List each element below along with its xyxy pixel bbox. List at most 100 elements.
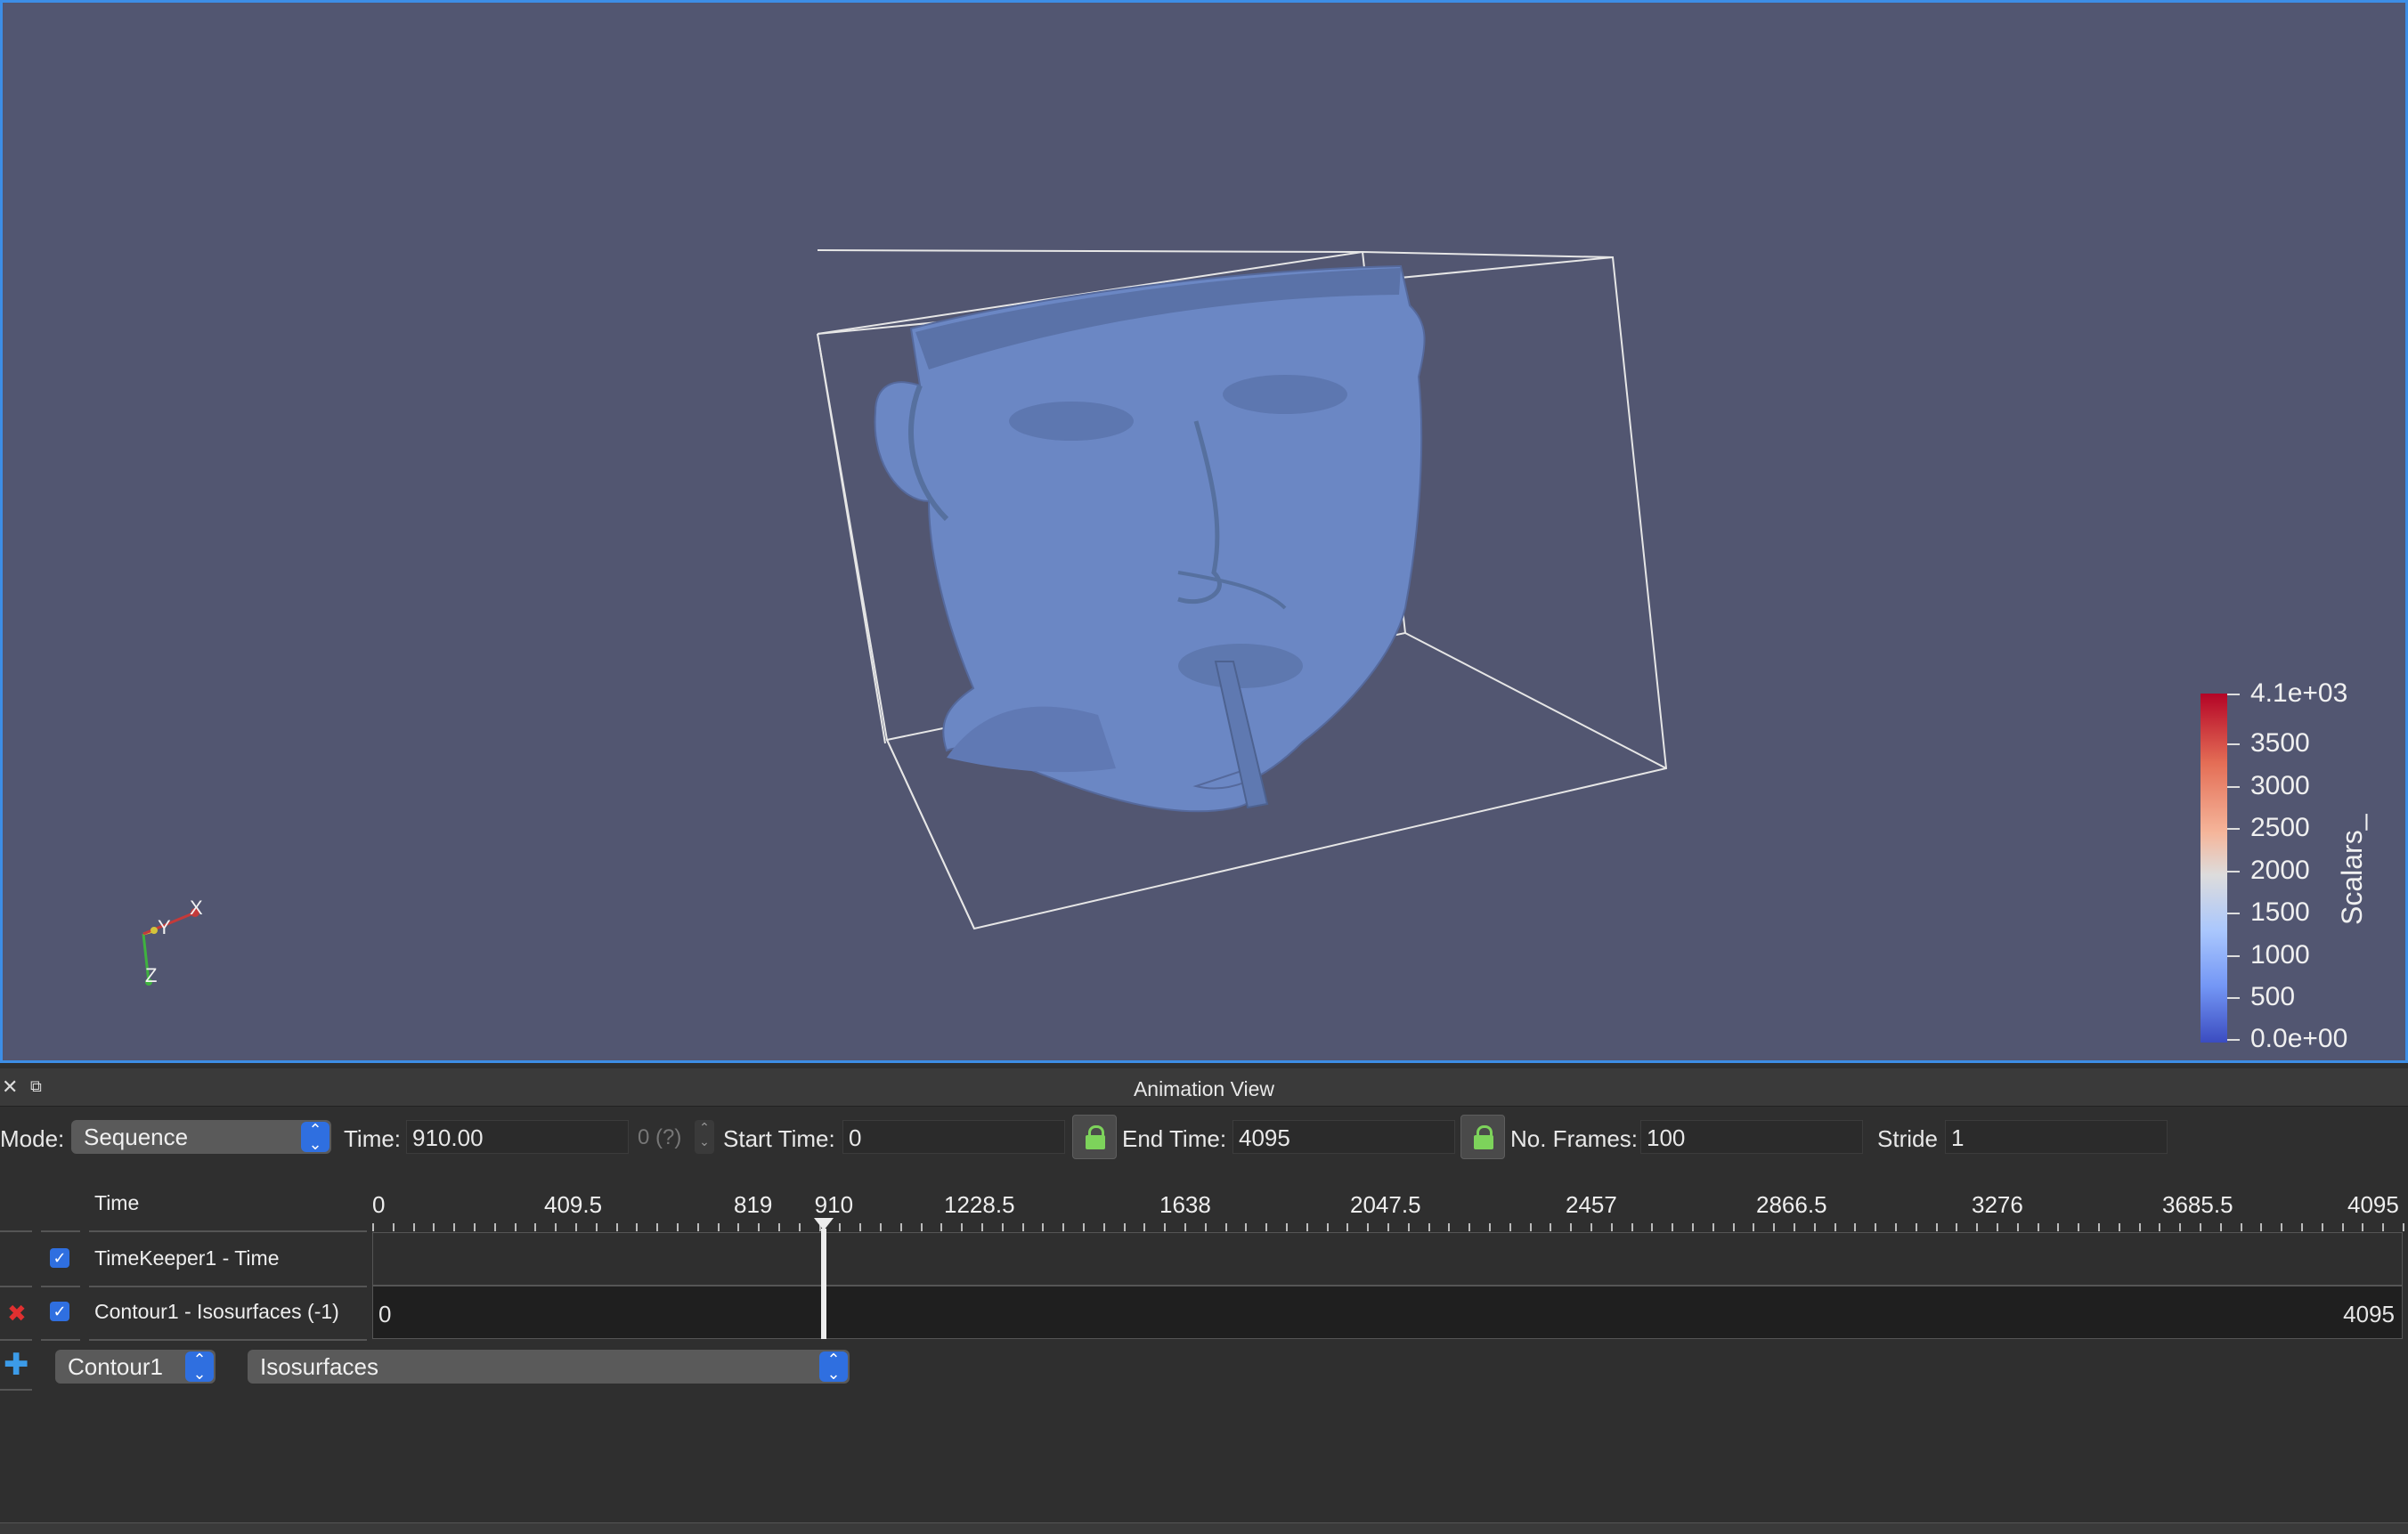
mode-label: Mode:	[0, 1125, 65, 1152]
color-legend-tick	[2227, 913, 2240, 914]
ruler-minor-tick	[778, 1223, 780, 1231]
ruler-minor-tick	[737, 1223, 740, 1231]
ruler-minor-tick	[696, 1223, 699, 1231]
ruler-minor-tick	[372, 1223, 374, 1231]
ruler-minor-tick	[758, 1223, 761, 1231]
animation-view-title: Animation View	[1133, 1077, 1275, 1100]
start-time-field[interactable]: 0	[842, 1120, 1065, 1154]
mode-dropdown[interactable]: Sequence ⌃ ⌄	[71, 1120, 331, 1154]
ruler-minor-tick	[1854, 1223, 1857, 1231]
ruler-minor-tick	[2118, 1223, 2120, 1231]
add-track-row: ✚ Contour1 ⌃ ⌄ Isosurfaces ⌃ ⌄	[0, 1346, 2408, 1391]
time-ruler[interactable]: 0 409.5 819 910 1228.5 1638 2047.5 2457 2866.5 32…	[372, 1177, 2404, 1232]
ruler-minor-tick	[859, 1223, 862, 1231]
track-end-value: 4095	[2343, 1301, 2395, 1327]
ruler-minor-tick	[2057, 1223, 2060, 1231]
ruler-minor-tick	[1813, 1223, 1816, 1231]
frames-field[interactable]: 100	[1640, 1120, 1863, 1154]
ruler-minor-tick	[1712, 1223, 1714, 1231]
isosurface-head	[874, 264, 1426, 813]
color-legend-bar	[2201, 694, 2227, 1043]
ruler-minor-tick	[575, 1223, 577, 1231]
ruler-minor-tick	[1245, 1223, 1248, 1231]
contour-checkbox[interactable]: ✓	[50, 1302, 69, 1321]
ruler-minor-tick	[1042, 1223, 1045, 1231]
timekeeper-track[interactable]	[372, 1232, 2403, 1286]
time-index-stepper[interactable]: ⌃ ⌄	[695, 1120, 714, 1154]
color-legend-tick	[2227, 828, 2240, 830]
add-track-icon[interactable]: ✚	[4, 1350, 29, 1380]
ruler-minor-tick	[2159, 1223, 2161, 1231]
time-index-spinbox[interactable]: 0 (?)	[638, 1125, 681, 1150]
timekeeper-checkbox[interactable]: ✓	[50, 1248, 69, 1268]
ruler-minor-tick	[1143, 1223, 1146, 1231]
scene-canvas[interactable]	[3, 3, 2405, 1060]
mode-value: Sequence	[84, 1124, 189, 1150]
start-time-label: Start Time:	[723, 1125, 835, 1152]
source-dropdown[interactable]: Contour1 ⌃ ⌄	[55, 1350, 216, 1384]
render-view[interactable]: X Y Z Scalars_ 4.1e+03 3500 3000 2500 2000 15…	[0, 0, 2408, 1063]
ruler-tick-label: 3276	[1972, 1191, 2023, 1218]
color-legend-label: 3000	[2250, 771, 2310, 800]
track-label-contour: Contour1 - Isosurfaces (-1)	[94, 1300, 339, 1323]
ruler-minor-tick	[1367, 1223, 1370, 1231]
ruler-minor-tick	[2200, 1223, 2201, 1231]
stride-field[interactable]: 1	[1945, 1120, 2168, 1154]
ruler-minor-tick	[1732, 1223, 1735, 1231]
delete-track-icon[interactable]: ✖	[7, 1300, 27, 1327]
color-legend-label: 0.0e+00	[2250, 1024, 2348, 1053]
ruler-minor-tick	[1692, 1223, 1694, 1231]
ruler-minor-tick	[1428, 1223, 1430, 1231]
animation-timeline: Time 0 409.5 819 910 1228.5 1638 2047.5 2457 286…	[0, 1177, 2408, 1341]
ruler-minor-tick	[2341, 1223, 2344, 1231]
ruler-minor-tick	[1590, 1223, 1592, 1231]
axis-y-label: Y	[158, 916, 171, 938]
ruler-tick-label: 4095	[2347, 1191, 2399, 1218]
end-time-field[interactable]: 4095	[1232, 1120, 1455, 1154]
ruler-minor-tick	[1610, 1223, 1613, 1231]
ruler-minor-tick	[1489, 1223, 1491, 1231]
ruler-minor-tick	[1915, 1223, 1917, 1231]
ruler-minor-tick	[1834, 1223, 1836, 1231]
ruler-minor-tick	[1651, 1223, 1654, 1231]
ruler-minor-tick	[981, 1223, 983, 1231]
ruler-minor-tick	[1286, 1223, 1288, 1231]
current-time-marker[interactable]	[821, 1229, 826, 1339]
ruler-minor-tick	[2240, 1223, 2242, 1231]
ruler-minor-tick	[615, 1223, 618, 1231]
color-legend-label: 500	[2250, 982, 2296, 1011]
ruler-minor-tick	[1550, 1223, 1552, 1231]
contour-track[interactable]: 0 4095	[372, 1286, 2403, 1339]
color-legend-tick	[2227, 997, 2240, 999]
ruler-minor-tick	[1326, 1223, 1329, 1231]
ruler-minor-tick	[1062, 1223, 1065, 1231]
ruler-tick-label: 2457	[1566, 1191, 1617, 1218]
ruler-minor-tick	[920, 1223, 923, 1231]
axis-z-label: Z	[145, 964, 158, 986]
time-field[interactable]: 910.00	[406, 1120, 629, 1154]
start-time-lock-button[interactable]	[1072, 1115, 1117, 1159]
animation-view-titlebar: ✕ ⧉ Animation View	[0, 1068, 2408, 1107]
ruler-minor-tick	[1997, 1223, 1998, 1231]
bottom-scrollbar[interactable]	[0, 1522, 2408, 1534]
property-dropdown[interactable]: Isosurfaces ⌃ ⌄	[248, 1350, 850, 1384]
ruler-minor-tick	[474, 1223, 476, 1231]
source-value: Contour1	[68, 1353, 163, 1380]
ruler-minor-tick	[880, 1223, 882, 1231]
ruler-minor-tick	[493, 1223, 496, 1231]
ruler-minor-tick	[595, 1223, 598, 1231]
ruler-minor-tick	[1794, 1223, 1795, 1231]
track-label-timekeeper: TimeKeeper1 - Time	[94, 1246, 280, 1270]
ruler-tick-label: 1638	[1159, 1191, 1211, 1218]
color-legend-tick	[2227, 786, 2240, 788]
ruler-tick-label: 0	[372, 1191, 386, 1218]
color-legend-label: 2000	[2250, 856, 2310, 885]
end-time-label: End Time:	[1122, 1125, 1227, 1152]
ruler-minor-tick	[656, 1223, 659, 1231]
frames-label: No. Frames:	[1510, 1125, 1639, 1152]
track-start-value: 0	[378, 1301, 392, 1327]
end-time-lock-button[interactable]	[1460, 1115, 1505, 1159]
ruler-minor-tick	[534, 1223, 537, 1231]
ruler-minor-tick	[1001, 1223, 1004, 1231]
ruler-minor-tick	[1570, 1223, 1573, 1231]
